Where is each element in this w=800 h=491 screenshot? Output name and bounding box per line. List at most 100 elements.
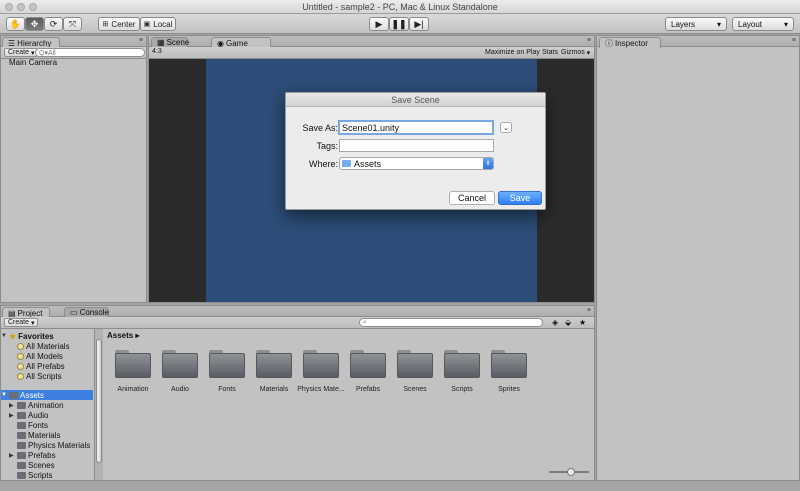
rotate-tool-button[interactable]: ⟳ (44, 17, 63, 31)
main-toolbar: ✋ ✥ ⟳ ⤧ ⊞ Center ▣ Local ▶ ❚❚ ▶| Layers … (0, 14, 800, 34)
move-icon: ✥ (30, 18, 39, 29)
window-title-bar: Untitled - sample2 - PC, Mac & Linux Sta… (0, 0, 800, 14)
inspector-tabstrip: ⓘ Inspector ≡ (597, 36, 799, 48)
expand-dialog-button[interactable]: ⌄ (500, 122, 512, 133)
gizmos-dropdown[interactable]: Gizmos ▾ (558, 48, 593, 57)
updown-arrow-icon: ⇕ (483, 158, 493, 169)
saved-search-icon (17, 342, 24, 350)
filter-by-label-icon[interactable]: ⬙ (565, 318, 571, 327)
folder-icon (17, 431, 26, 439)
hierarchy-create-button[interactable]: Create ▾ (4, 48, 39, 57)
asset-folder-audio[interactable] (162, 350, 198, 378)
folder-icon (17, 451, 26, 459)
asset-folder-fonts[interactable] (209, 350, 245, 378)
asset-folder-sprites[interactable] (491, 350, 527, 378)
asset-folder-materials[interactable] (256, 350, 292, 378)
asset-folder-prefabs[interactable] (350, 350, 386, 378)
pause-icon: ❚❚ (391, 18, 407, 29)
tags-input[interactable] (339, 139, 494, 152)
where-dropdown[interactable]: Assets ⇕ (339, 157, 494, 170)
info-icon: ⓘ (605, 38, 613, 48)
tags-label: Tags: (316, 141, 338, 151)
saved-search-icon (17, 372, 24, 380)
favorites-header[interactable]: ▼ ★ Favorites (1, 331, 54, 341)
icon-size-slider[interactable] (549, 468, 589, 476)
saved-search-icon (17, 352, 24, 360)
hierarchy-item-main-camera[interactable]: Main Camera (9, 58, 57, 67)
tree-folder[interactable]: Physics Materials (17, 440, 90, 450)
asset-folder-label: Fonts (218, 386, 236, 393)
project-search-input[interactable]: ⌕ (359, 318, 543, 327)
folder-icon (17, 411, 26, 419)
panel-menu-icon[interactable]: ≡ (587, 37, 591, 44)
tab-scene[interactable]: ▦ Scene (151, 37, 189, 47)
tree-folder[interactable]: ▶ Audio (9, 410, 48, 420)
tree-folder[interactable]: Scenes (17, 460, 55, 470)
pause-button[interactable]: ❚❚ (389, 17, 409, 31)
save-as-input[interactable]: Scene01.unity (338, 120, 494, 135)
favorite-item[interactable]: All Materials (17, 341, 70, 351)
folder-icon (17, 471, 26, 479)
asset-folder-scripts[interactable] (444, 350, 480, 378)
saved-search-icon (17, 362, 24, 370)
save-as-label: Save As: (302, 123, 338, 133)
breadcrumb[interactable]: Assets ▸ (107, 331, 140, 340)
favorite-item[interactable]: All Scripts (17, 371, 62, 381)
tree-folder[interactable]: ▶ Prefabs (9, 450, 56, 460)
save-scene-dialog: Save Scene Save As: Scene01.unity ⌄ Tags… (285, 92, 546, 210)
space-local-button[interactable]: ▣ Local (140, 17, 176, 31)
layers-dropdown[interactable]: Layers ▾ (665, 17, 727, 31)
hand-tool-button[interactable]: ✋ (6, 17, 25, 31)
hierarchy-search-input[interactable]: Q▾All (35, 48, 145, 57)
project-panel: ▤ Project ▭ Console ≡ Create ▾ ⌕ ◈ ⬙ ★ ▼… (0, 305, 595, 481)
asset-folder-label: Materials (259, 386, 289, 393)
panel-menu-icon[interactable]: ≡ (139, 37, 143, 44)
asset-folder-physics-materials[interactable] (303, 350, 339, 378)
asset-folder-label: Audio (171, 386, 189, 393)
favorite-star-icon[interactable]: ★ (579, 318, 586, 327)
game-subbar: 4:3 Maximize on Play Stats Gizmos ▾ (149, 47, 594, 59)
collapse-triangle-icon: ▼ (1, 333, 7, 339)
move-tool-button[interactable]: ✥ (25, 17, 44, 31)
play-button[interactable]: ▶ (369, 17, 389, 31)
asset-folder-label: Prefabs (355, 386, 381, 393)
scene-icon: ▦ (157, 38, 165, 47)
save-button[interactable]: Save (498, 191, 542, 205)
tree-scrollbar-thumb[interactable] (96, 339, 102, 463)
folder-icon (17, 421, 26, 429)
panel-menu-icon[interactable]: ≡ (792, 37, 796, 44)
tree-folder[interactable]: Materials (17, 430, 60, 440)
tree-scrollbar[interactable] (94, 329, 103, 480)
slider-knob[interactable] (567, 468, 575, 476)
favorite-item[interactable]: All Prefabs (17, 361, 65, 371)
favorite-item[interactable]: All Models (17, 351, 63, 361)
inspector-panel: ⓘ Inspector ≡ (596, 35, 800, 481)
star-icon: ★ (9, 331, 17, 341)
asset-folder-label: Sprites (498, 386, 520, 393)
cancel-button[interactable]: Cancel (449, 191, 495, 205)
tab-console[interactable]: ▭ Console (64, 307, 109, 317)
asset-folder-animation[interactable] (115, 350, 151, 378)
layout-dropdown[interactable]: Layout ▾ (732, 17, 794, 31)
tree-folder[interactable]: ▶ Animation (9, 400, 64, 410)
pivot-center-button[interactable]: ⊞ Center (98, 17, 140, 31)
expand-triangle-icon: ▶ (9, 402, 14, 409)
asset-folder-label: Scenes (403, 386, 427, 393)
asset-folder-scenes[interactable] (397, 350, 433, 378)
tree-folder[interactable]: Fonts (17, 420, 48, 430)
tree-folder[interactable]: Scripts (17, 470, 52, 480)
filter-by-type-icon[interactable]: ◈ (552, 318, 558, 327)
hierarchy-panel: ☰ Hierarchy ≡ Create ▾ Q▾All Main Camera (0, 35, 147, 303)
project-create-button[interactable]: Create ▾ (4, 318, 39, 327)
tab-inspector[interactable]: ⓘ Inspector (599, 37, 661, 48)
panel-menu-icon[interactable]: ≡ (587, 307, 591, 314)
aspect-dropdown[interactable]: 4:3 (152, 48, 162, 55)
maximize-on-play-toggle[interactable]: Maximize on Play (482, 48, 543, 57)
folder-icon (17, 441, 26, 449)
scale-tool-button[interactable]: ⤧ (63, 17, 82, 31)
dropdown-arrow-icon: ▾ (716, 19, 721, 29)
asset-folder-label: Physics Mate... (297, 386, 345, 393)
where-label: Where: (308, 159, 338, 169)
assets-root[interactable]: ▼ Assets (1, 390, 93, 400)
step-button[interactable]: ▶| (409, 17, 429, 31)
